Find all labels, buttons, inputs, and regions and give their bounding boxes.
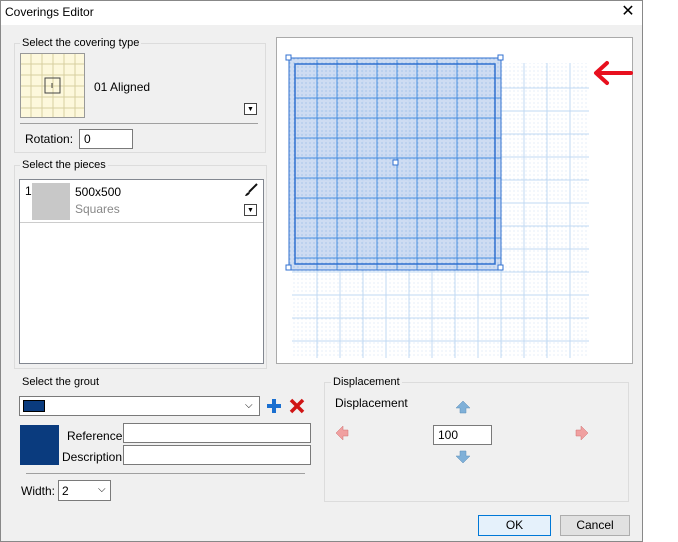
aligned-pattern-icon xyxy=(21,54,84,117)
piece-index: 1 xyxy=(25,184,32,198)
displacement-label: Displacement xyxy=(331,376,402,388)
cancel-button[interactable]: Cancel xyxy=(560,515,630,536)
grout-color-swatch[interactable] xyxy=(20,425,59,465)
add-grout-icon[interactable] xyxy=(266,398,282,414)
piece-shape: Squares xyxy=(75,202,120,216)
preview-area[interactable] xyxy=(276,37,633,364)
reference-input[interactable] xyxy=(123,423,311,443)
pieces-list[interactable]: 1 500x500 Squares ▼ xyxy=(19,179,264,364)
chevron-down-icon: ⌵ xyxy=(245,400,253,411)
covering-preview xyxy=(285,54,589,358)
piece-dropdown-icon[interactable]: ▼ xyxy=(244,204,257,216)
grout-label: Select the grout xyxy=(20,376,102,388)
grout-separator xyxy=(26,473,305,474)
window-title: Coverings Editor xyxy=(5,5,94,19)
rotation-input[interactable]: 0 xyxy=(79,129,133,149)
ok-button[interactable]: OK xyxy=(478,515,551,536)
covering-type-name: 01 Aligned xyxy=(94,80,151,94)
reference-label: Reference xyxy=(67,429,123,443)
displacement-inner-label: Displacement xyxy=(335,396,408,410)
arrow-right-icon[interactable] xyxy=(575,425,589,441)
width-value: 2 xyxy=(62,484,69,498)
coverings-editor-dialog: Coverings Editor ✕ Select the covering t… xyxy=(0,0,643,542)
covering-type-thumbnail[interactable] xyxy=(20,53,85,118)
chevron-down-icon: ⌵ xyxy=(98,484,106,495)
width-select[interactable]: 2 ⌵ xyxy=(58,480,111,501)
piece-swatch xyxy=(32,183,70,220)
description-label: Description xyxy=(62,450,123,464)
arrow-left-icon[interactable] xyxy=(335,425,349,441)
arrow-down-icon[interactable] xyxy=(455,450,471,464)
list-item[interactable]: 1 500x500 Squares ▼ xyxy=(20,180,263,223)
covering-type-dropdown-icon[interactable]: ▼ xyxy=(244,103,257,115)
delete-grout-icon[interactable] xyxy=(289,398,305,414)
close-icon[interactable]: ✕ xyxy=(617,3,639,23)
covering-separator xyxy=(20,123,258,124)
grout-color-select[interactable]: ⌵ xyxy=(19,396,260,416)
piece-name: 500x500 xyxy=(75,185,122,199)
grout-color-swatch-small xyxy=(23,400,45,412)
arrow-up-icon[interactable] xyxy=(455,400,471,414)
title-bar: Coverings Editor ✕ xyxy=(1,1,642,25)
width-label: Width: xyxy=(21,484,56,498)
red-arrow-icon xyxy=(591,59,633,89)
rotation-label: Rotation: xyxy=(25,132,74,146)
description-input[interactable] xyxy=(123,445,311,465)
pieces-label: Select the pieces xyxy=(20,159,108,171)
displacement-input[interactable]: 100 xyxy=(433,425,492,445)
covering-type-label: Select the covering type xyxy=(20,37,142,49)
brush-icon[interactable] xyxy=(243,182,259,198)
